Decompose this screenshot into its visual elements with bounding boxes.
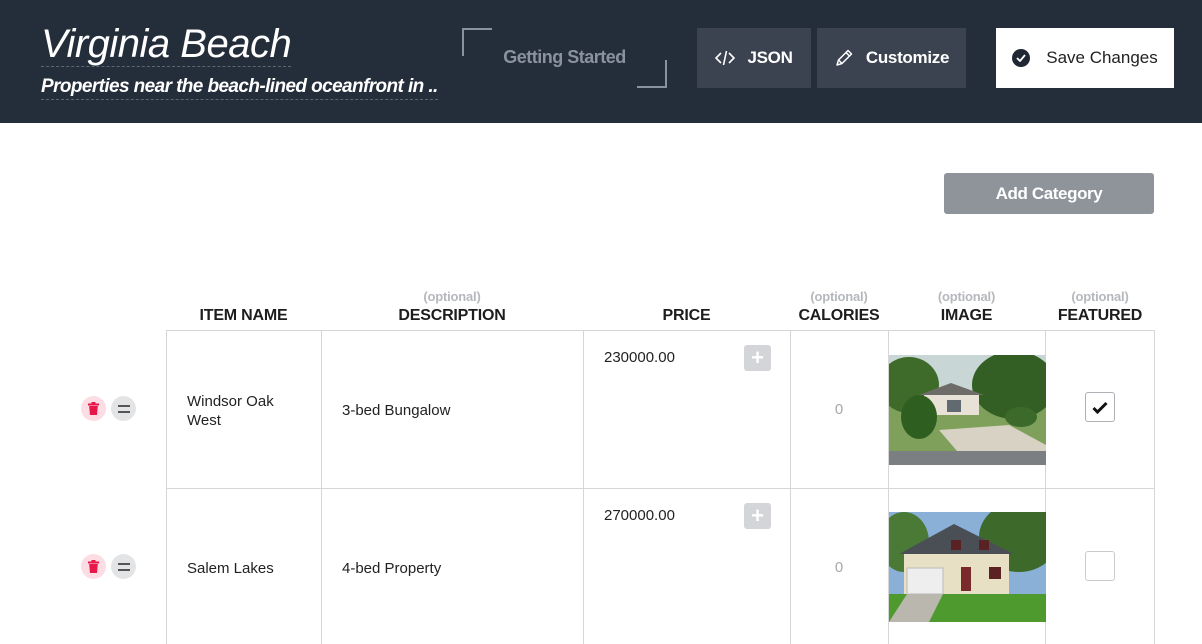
price-cell[interactable]: 230000.00: [604, 349, 675, 366]
pencil-icon: [836, 49, 853, 66]
reorder-icon: [117, 562, 130, 571]
json-button-label: JSON: [747, 48, 793, 67]
description-cell[interactable]: 3-bed Bungalow: [342, 401, 572, 420]
add-category-button[interactable]: Add Category: [944, 173, 1154, 214]
getting-started-label: Getting Started: [503, 47, 626, 67]
featured-checkbox[interactable]: [1085, 392, 1115, 422]
page-title[interactable]: Virginia Beach: [41, 22, 292, 67]
json-button[interactable]: JSON: [697, 28, 811, 88]
save-changes-button[interactable]: Save Changes: [996, 28, 1174, 88]
drag-handle[interactable]: [111, 554, 136, 579]
add-price-button[interactable]: +: [744, 345, 771, 371]
column-header-featured: (optional) FEATURED: [1045, 288, 1155, 326]
column-label: PRICE: [662, 307, 711, 324]
top-header-bar: Virginia Beach Properties near the beach…: [0, 0, 1202, 123]
column-header-description: (optional) DESCRIPTION: [321, 288, 583, 326]
column-header-price: PRICE: [583, 288, 790, 326]
delete-item-button[interactable]: [81, 396, 106, 421]
check-circle-icon: [1012, 49, 1031, 67]
optional-hint: (optional): [810, 289, 868, 304]
optional-hint: (optional): [937, 289, 996, 304]
save-changes-label: Save Changes: [1046, 48, 1158, 67]
drag-handle[interactable]: [111, 396, 136, 421]
trash-icon: [88, 560, 99, 573]
column-label: ITEM NAME: [199, 307, 288, 324]
delete-item-button[interactable]: [81, 554, 106, 579]
house-photo-icon[interactable]: [889, 355, 1046, 465]
house-photo-icon[interactable]: [889, 512, 1046, 622]
column-label: IMAGE: [940, 307, 993, 324]
calories-cell[interactable]: 0: [790, 559, 888, 576]
column-header-calories: (optional) CALORIES: [790, 288, 888, 326]
customize-button[interactable]: Customize: [817, 28, 966, 88]
column-header-item-name: ITEM NAME: [166, 288, 321, 326]
item-name-cell[interactable]: Salem Lakes: [187, 559, 305, 578]
page-subtitle[interactable]: Properties near the beach-lined oceanfro…: [41, 76, 438, 100]
reorder-icon: [117, 404, 130, 413]
column-label: CALORIES: [798, 307, 880, 324]
checkmark-icon: [1092, 401, 1108, 414]
getting-started-link[interactable]: Getting Started: [462, 28, 667, 88]
optional-hint: (optional): [423, 289, 481, 304]
calories-cell[interactable]: 0: [790, 401, 888, 418]
featured-checkbox[interactable]: [1085, 551, 1115, 581]
optional-hint: (optional): [1071, 289, 1129, 304]
description-cell[interactable]: 4-bed Property: [342, 559, 572, 578]
column-label: FEATURED: [1057, 307, 1143, 324]
column-header-image: (optional) IMAGE: [888, 288, 1045, 326]
customize-button-label: Customize: [865, 48, 950, 67]
price-cell[interactable]: 270000.00: [604, 507, 675, 524]
item-name-cell[interactable]: Windsor Oak West: [187, 392, 305, 430]
trash-icon: [88, 402, 99, 415]
code-icon: [715, 50, 736, 66]
column-label: DESCRIPTION: [398, 307, 506, 324]
add-price-button[interactable]: +: [744, 503, 771, 529]
